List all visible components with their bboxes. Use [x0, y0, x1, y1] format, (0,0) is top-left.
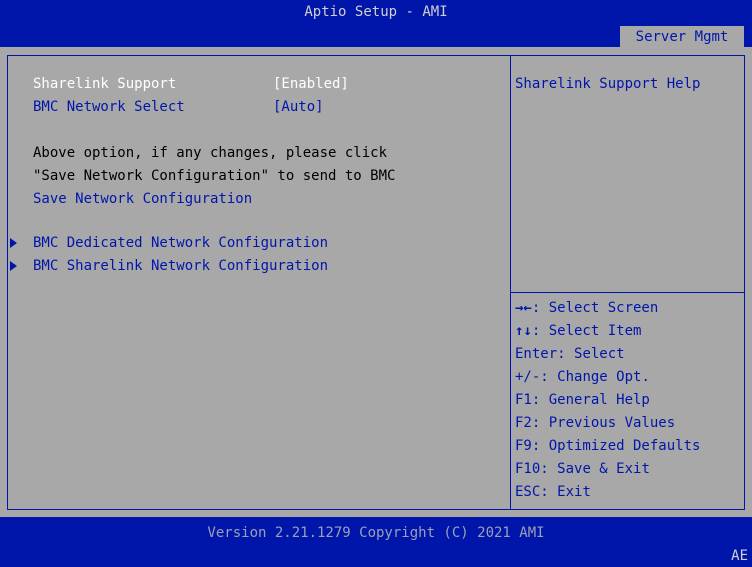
bmc-network-select-label[interactable]: BMC Network Select — [33, 96, 185, 119]
key-legend-optimized-defaults: F9: Optimized Defaults — [515, 438, 701, 454]
sharelink-support-label[interactable]: Sharelink Support — [33, 73, 176, 96]
note-line-2: "Save Network Configuration" to send to … — [33, 168, 396, 184]
key-legend-select-item: ↑↓: Select Item — [515, 323, 642, 339]
footer-bar: Version 2.21.1279 Copyright (C) 2021 AMI… — [0, 517, 752, 567]
vertical-divider — [510, 56, 511, 509]
key-legend-exit: ESC: Exit — [515, 484, 591, 500]
submenu-arrow-icon — [10, 238, 17, 248]
bmc-sharelink-network-configuration-item[interactable]: BMC Sharelink Network Configuration — [33, 255, 328, 278]
setup-title: Aptio Setup - AMI — [304, 4, 448, 20]
key-legend-change-opt: +/-: Change Opt. — [515, 369, 650, 385]
title-bar: Aptio Setup - AMI Server Mgmt — [0, 0, 752, 47]
note-line-1: Above option, if any changes, please cli… — [33, 145, 388, 161]
key-legend-general-help: F1: General Help — [515, 392, 650, 408]
submenu-arrow-icon — [10, 261, 17, 271]
help-text: Sharelink Support Help — [515, 76, 701, 92]
bmc-dedicated-network-configuration-item[interactable]: BMC Dedicated Network Configuration — [33, 232, 328, 255]
main-frame: Sharelink Support [Enabled] BMC Network … — [7, 55, 745, 510]
help-divider — [511, 292, 744, 293]
save-network-configuration-item[interactable]: Save Network Configuration — [33, 188, 252, 211]
version-text: Version 2.21.1279 Copyright (C) 2021 AMI — [207, 525, 545, 541]
corner-indicator: AE — [731, 548, 748, 564]
sharelink-support-value[interactable]: [Enabled] — [273, 73, 349, 96]
bmc-network-select-value[interactable]: [Auto] — [273, 96, 324, 119]
tab-server-mgmt[interactable]: Server Mgmt — [620, 26, 744, 47]
key-legend-save-exit: F10: Save & Exit — [515, 461, 650, 477]
key-legend-select-screen: →←: Select Screen — [515, 300, 659, 316]
key-legend-previous-values: F2: Previous Values — [515, 415, 676, 431]
key-legend-enter: Enter: Select — [515, 346, 625, 362]
